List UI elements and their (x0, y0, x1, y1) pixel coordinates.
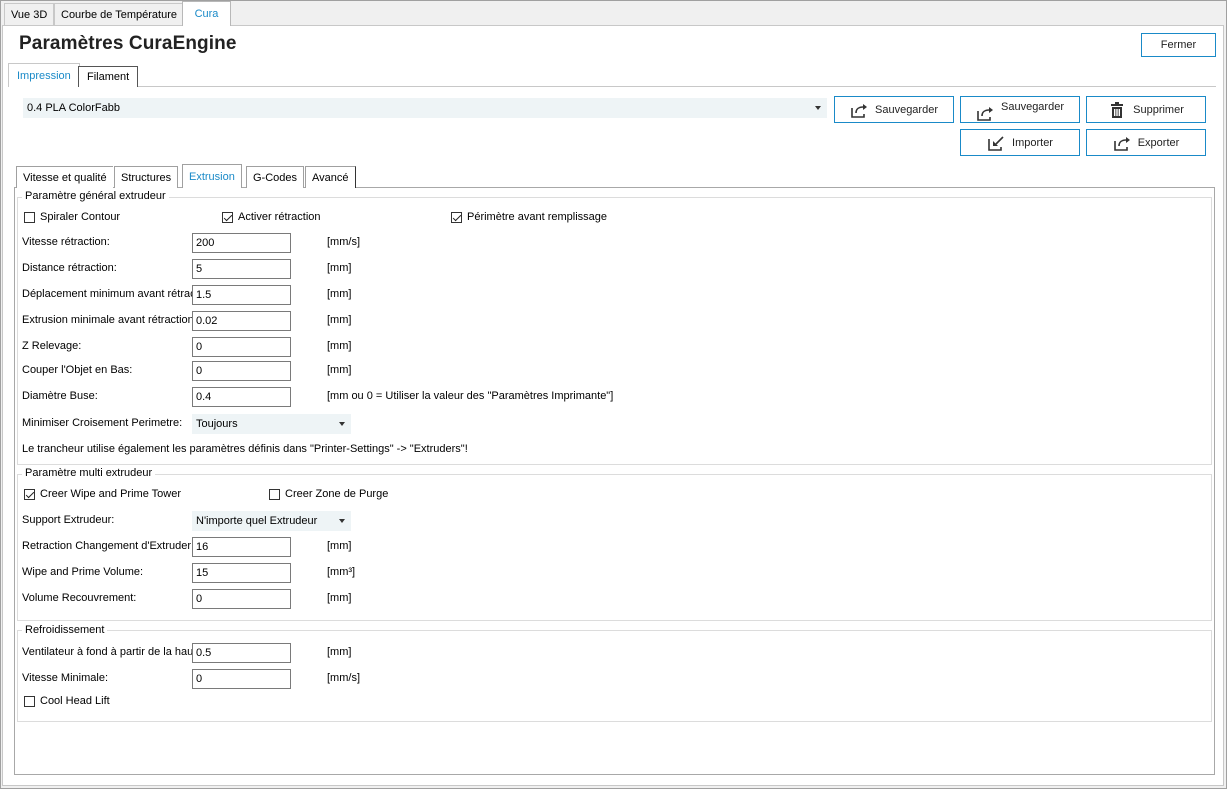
import-label: Importer (1012, 136, 1053, 149)
trash-icon (1111, 101, 1124, 118)
delete-button[interactable]: Supprimer (1086, 96, 1206, 123)
min-speed-input[interactable] (192, 669, 291, 689)
checkbox-box[interactable] (451, 211, 462, 223)
min-travel-unit: [mm] (327, 288, 352, 300)
min-travel-input[interactable] (192, 285, 291, 305)
retraction-speed-input[interactable] (192, 233, 291, 253)
checkbox-label: Périmètre avant remplissage (467, 211, 608, 223)
page-title: Paramètres CuraEngine (19, 33, 237, 54)
retraction-distance-label: Distance rétraction: (22, 262, 117, 274)
export-icon (1113, 136, 1130, 151)
z-hop-unit: [mm] (327, 340, 352, 352)
min-extrusion-input[interactable] (192, 311, 291, 331)
save-as-label: Sauvegarder (875, 103, 938, 116)
retraction-speed-label: Vitesse rétraction: (22, 236, 110, 248)
checkbox-box[interactable] (222, 211, 233, 223)
tab-courbe-temperature[interactable]: Courbe de Température (54, 3, 184, 25)
close-button-label: Fermer (1160, 39, 1197, 51)
overlap-volume-label: Volume Recouvrement: (22, 592, 137, 604)
min-extrusion-label: Extrusion minimale avant rétraction: (22, 314, 192, 326)
min-speed-unit: [mm/s] (327, 672, 360, 684)
extruder-switch-retraction-unit: [mm] (327, 540, 352, 552)
checkbox-label: Spiraler Contour (40, 211, 121, 223)
save-button[interactable]: Sauvegarder (960, 96, 1080, 123)
delete-label: Supprimer (1133, 103, 1184, 116)
cut-object-input[interactable] (192, 361, 291, 381)
z-hop-input[interactable] (192, 337, 291, 357)
import-icon (988, 135, 1004, 151)
extruder-switch-retraction-label: Retraction Changement d'Extruder: (22, 540, 192, 552)
enable-retraction-checkbox[interactable]: Activer rétraction (222, 211, 321, 223)
z-hop-label: Z Relevage: (22, 340, 82, 352)
minimize-crossing-select[interactable]: Toujours (192, 414, 351, 434)
cooling-group-title: Refroidissement (22, 624, 108, 636)
min-extrusion-unit: [mm] (327, 314, 352, 326)
wipe-tower-checkbox[interactable]: Creer Wipe and Prime Tower (24, 488, 181, 500)
checkbox-box[interactable] (24, 488, 35, 500)
support-extruder-select[interactable]: N'importe quel Extrudeur (192, 511, 351, 531)
wipe-prime-volume-label: Wipe and Prime Volume: (22, 566, 144, 578)
support-extruder-value: N'importe quel Extrudeur (196, 515, 318, 527)
checkbox-box[interactable] (269, 488, 280, 500)
share-icon (851, 103, 867, 118)
profile-select-value: 0.4 PLA ColorFabb (27, 102, 120, 114)
minimize-crossing-value: Toujours (196, 418, 238, 430)
cool-head-lift-checkbox[interactable]: Cool Head Lift (24, 695, 110, 707)
chevron-down-icon (336, 511, 348, 531)
nozzle-diameter-label: Diamètre Buse: (22, 390, 98, 402)
fan-full-height-input[interactable] (192, 643, 291, 663)
retraction-speed-unit: [mm/s] (327, 236, 360, 248)
min-speed-label: Vitesse Minimale: (22, 672, 108, 684)
tab-vitesse-qualite[interactable]: Vitesse et qualité (16, 166, 113, 188)
wipe-prime-volume-unit: [mm³] (327, 566, 356, 578)
perimeter-before-infill-checkbox[interactable]: Périmètre avant remplissage (451, 211, 607, 223)
overlap-volume-unit: [mm] (327, 592, 352, 604)
chevron-down-icon (336, 414, 348, 434)
tab-cura[interactable]: Cura (182, 1, 231, 26)
spiral-contour-checkbox[interactable]: Spiraler Contour (24, 211, 120, 223)
retraction-distance-unit: [mm] (327, 262, 352, 274)
multi-group-title: Paramètre multi extrudeur (22, 467, 156, 479)
minimize-crossing-label: Minimiser Croisement Perimetre: (22, 417, 183, 429)
tab-structures[interactable]: Structures (114, 166, 179, 188)
share-icon (977, 107, 993, 121)
general-group-title: Paramètre général extrudeur (22, 190, 169, 202)
checkbox-box[interactable] (24, 695, 35, 707)
tab-g-codes[interactable]: G-Codes (246, 166, 305, 188)
wipe-prime-volume-input[interactable] (192, 563, 291, 583)
purge-zone-checkbox[interactable]: Creer Zone de Purge (269, 488, 388, 500)
extruder-switch-retraction-input[interactable] (192, 537, 291, 557)
checkbox-label: Activer rétraction (238, 211, 321, 223)
cut-object-unit: [mm] (327, 364, 352, 376)
cut-object-label: Couper l'Objet en Bas: (22, 364, 133, 376)
nozzle-diameter-unit: [mm ou 0 = Utiliser la valeur des "Param… (327, 390, 614, 402)
profile-select[interactable]: 0.4 PLA ColorFabb (23, 98, 827, 118)
export-button[interactable]: Exporter (1086, 129, 1206, 156)
import-button[interactable]: Importer (960, 129, 1080, 156)
tab-filament[interactable]: Filament (78, 66, 139, 87)
save-label: Sauvegarder (1001, 101, 1064, 113)
chevron-down-icon (812, 98, 824, 118)
tab-vue-3d[interactable]: Vue 3D (4, 3, 55, 25)
checkbox-label: Creer Wipe and Prime Tower (40, 488, 182, 500)
min-travel-label: Déplacement minimum avant rétraction: (22, 288, 192, 300)
checkbox-box[interactable] (24, 211, 35, 223)
close-button[interactable]: Fermer (1141, 33, 1216, 57)
tab-avance[interactable]: Avancé (305, 166, 356, 188)
checkbox-label: Creer Zone de Purge (285, 488, 389, 500)
support-extruder-label: Support Extrudeur: (22, 514, 115, 526)
nozzle-diameter-input[interactable] (192, 387, 291, 407)
fan-full-height-unit: [mm] (327, 646, 352, 658)
export-label: Exporter (1137, 136, 1180, 149)
divider (8, 86, 1216, 87)
overlap-volume-input[interactable] (192, 589, 291, 609)
tab-extrusion[interactable]: Extrusion (182, 164, 242, 188)
tab-impression[interactable]: Impression (8, 63, 80, 87)
retraction-distance-input[interactable] (192, 259, 291, 279)
save-as-button[interactable]: Sauvegarder (834, 96, 954, 123)
fan-full-height-label: Ventilateur à fond à partir de la hauteu… (22, 646, 192, 658)
checkbox-label: Cool Head Lift (40, 695, 110, 707)
slicer-note: Le trancheur utilise également les param… (22, 443, 468, 455)
